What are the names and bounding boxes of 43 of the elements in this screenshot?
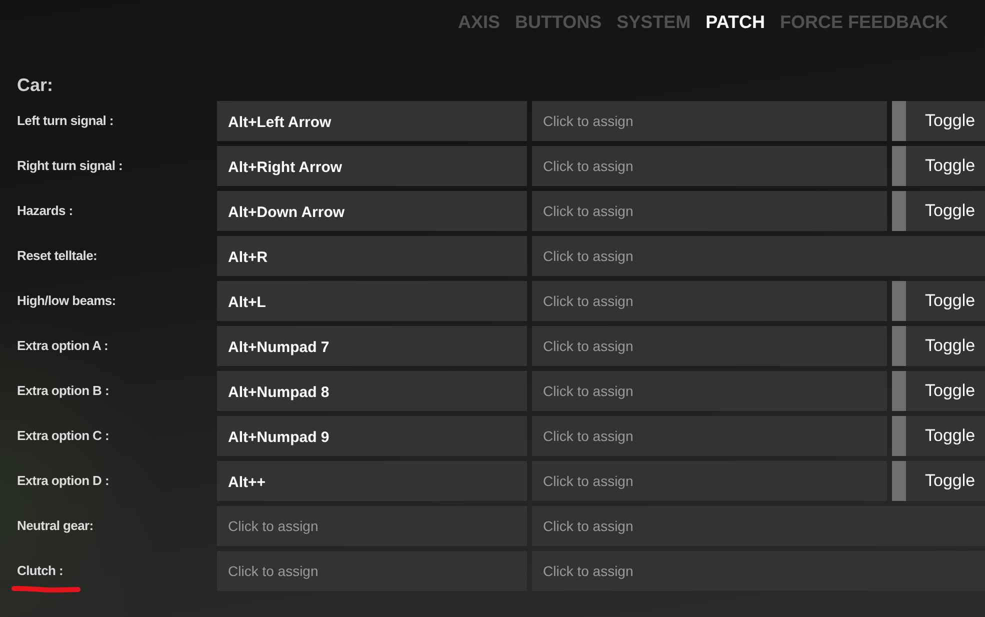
toggle-button[interactable]: Toggle [892, 101, 985, 141]
row-label: Right turn signal : [17, 158, 123, 172]
key-binding-field[interactable]: Alt+Numpad 9 [217, 416, 527, 456]
key-binding-field[interactable]: Click to assign [532, 281, 887, 321]
section-heading: Car: [17, 74, 54, 96]
toggle-button[interactable]: Toggle [892, 416, 985, 456]
row-label: Extra option C : [17, 428, 109, 442]
toggle-button[interactable]: Toggle [892, 146, 985, 186]
key-binding-field[interactable]: Alt+L [217, 281, 527, 321]
row-label: Extra option D : [17, 472, 109, 488]
toggle-button[interactable]: Toggle [892, 461, 985, 501]
key-binding-field[interactable]: Alt+Numpad 7 [217, 326, 527, 366]
row-label: Neutral gear: [17, 518, 94, 532]
toggle-button[interactable]: Toggle [892, 371, 985, 411]
row-label: Hazards : [17, 202, 73, 218]
row-label: Left turn signal : [17, 112, 114, 128]
row-label: High/low beams: [17, 292, 116, 308]
key-binding-field[interactable]: Alt+Left Arrow [217, 101, 527, 141]
key-binding-field[interactable]: Click to assign [532, 101, 887, 141]
tab[interactable]: PATCH [706, 12, 765, 32]
key-binding-field[interactable]: Click to assign [532, 191, 887, 231]
key-binding-field[interactable]: Alt+Numpad 8 [217, 371, 527, 411]
row-label: Extra option A : [17, 338, 108, 352]
row-label: Reset telltale: [17, 248, 98, 262]
key-binding-field[interactable]: Click to assign [532, 326, 887, 366]
toggle-button[interactable]: Toggle [892, 281, 985, 321]
key-binding-field[interactable]: Click to assign [217, 506, 527, 546]
key-binding-field[interactable]: Click to assign [532, 461, 887, 501]
key-binding-field[interactable]: Alt+Down Arrow [217, 191, 527, 231]
key-binding-field[interactable]: Alt++ [217, 461, 527, 501]
toggle-button[interactable]: Toggle [892, 191, 985, 231]
key-binding-field[interactable]: Click to assign [532, 236, 985, 276]
toggle-button[interactable]: Toggle [892, 326, 985, 366]
row-label: Clutch : [17, 562, 63, 578]
key-binding-field[interactable]: Alt+R [217, 236, 527, 276]
key-binding-field[interactable]: Click to assign [532, 551, 985, 591]
key-binding-field[interactable]: Click to assign [532, 416, 887, 456]
key-binding-field[interactable]: Click to assign [217, 551, 527, 591]
row-label: Extra option B : [17, 382, 109, 398]
key-binding-field[interactable]: Click to assign [532, 506, 985, 546]
key-binding-field[interactable]: Click to assign [532, 146, 887, 186]
key-binding-field[interactable]: Click to assign [532, 371, 887, 411]
key-binding-field[interactable]: Alt+Right Arrow [217, 146, 527, 186]
